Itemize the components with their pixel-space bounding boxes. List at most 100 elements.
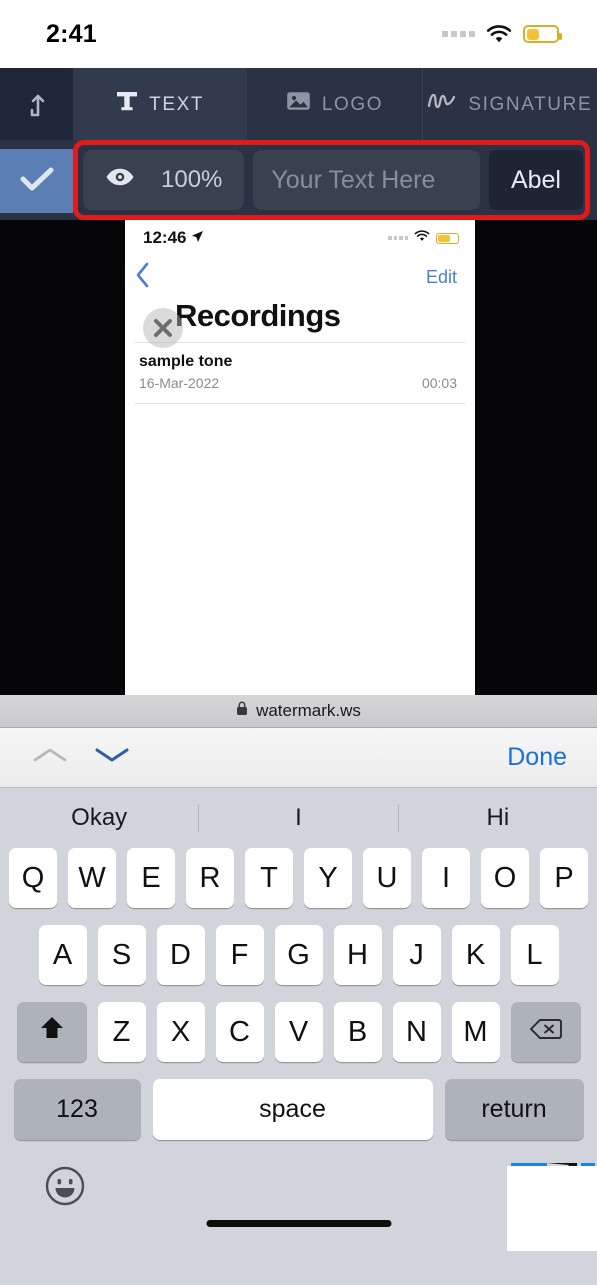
font-name-label: Abel bbox=[510, 165, 561, 194]
key-f[interactable]: F bbox=[215, 925, 264, 985]
key-n[interactable]: N bbox=[392, 1002, 441, 1062]
tab-signature[interactable]: SIGNATURE bbox=[421, 68, 597, 140]
checkmark-icon bbox=[20, 166, 54, 197]
inner-status-time: 12:46 bbox=[143, 228, 187, 247]
key-v[interactable]: V bbox=[274, 1002, 323, 1062]
home-indicator-bar bbox=[206, 1220, 391, 1227]
inner-status-time-group: 12:46 bbox=[143, 228, 204, 248]
shift-arrow-icon bbox=[38, 1014, 66, 1050]
key-b[interactable]: B bbox=[333, 1002, 382, 1062]
chevron-up-icon[interactable] bbox=[30, 743, 70, 772]
opacity-control[interactable]: 100% bbox=[83, 150, 245, 210]
key-g[interactable]: G bbox=[274, 925, 323, 985]
key-q[interactable]: Q bbox=[9, 848, 57, 908]
tab-text-label: TEXT bbox=[149, 93, 205, 115]
tab-text[interactable]: TEXT bbox=[73, 68, 248, 140]
key-i[interactable]: I bbox=[422, 848, 470, 908]
backspace-icon bbox=[529, 1016, 562, 1049]
return-key[interactable]: return bbox=[444, 1079, 584, 1140]
browser-url-bar[interactable]: watermark.ws bbox=[0, 695, 597, 728]
upload-button[interactable] bbox=[0, 68, 73, 140]
predictive-text-bar: Okay I Hi bbox=[0, 788, 597, 848]
image-icon bbox=[286, 90, 311, 118]
eye-icon bbox=[105, 166, 135, 194]
opacity-value: 100% bbox=[161, 166, 223, 193]
recording-date: 16-Mar-2022 bbox=[139, 375, 220, 391]
space-key[interactable]: space bbox=[152, 1079, 433, 1140]
key-h[interactable]: H bbox=[333, 925, 382, 985]
watermark-text-input[interactable]: Your Text Here bbox=[253, 150, 480, 210]
key-u[interactable]: U bbox=[363, 848, 411, 908]
upload-arrow-icon bbox=[25, 87, 49, 122]
editor-toolbar: TEXT LOGO SIGNATURE bbox=[0, 68, 597, 140]
status-bar-indicators bbox=[442, 24, 562, 44]
recording-list-item[interactable]: sample tone 16-Mar-2022 00:03 bbox=[125, 343, 475, 403]
recording-meta: 16-Mar-2022 00:03 bbox=[139, 375, 457, 391]
inner-edit-button[interactable]: Edit bbox=[426, 267, 457, 288]
key-w[interactable]: W bbox=[68, 848, 116, 908]
key-j[interactable]: J bbox=[392, 925, 441, 985]
recording-name: sample tone bbox=[139, 353, 233, 370]
numeric-key[interactable]: 123 bbox=[13, 1079, 141, 1140]
recording-duration: 00:03 bbox=[421, 375, 457, 391]
inner-status-bar: 12:46 bbox=[125, 220, 475, 256]
tab-logo[interactable]: LOGO bbox=[247, 68, 422, 140]
text-T-icon bbox=[116, 89, 138, 119]
keyboard-row-4: 123 space return bbox=[0, 1079, 597, 1140]
prediction-1[interactable]: Okay bbox=[0, 804, 198, 832]
keyboard-done-button[interactable]: Done bbox=[507, 743, 567, 772]
key-x[interactable]: X bbox=[156, 1002, 205, 1062]
url-text: watermark.ws bbox=[256, 701, 361, 720]
prediction-3[interactable]: Hi bbox=[399, 804, 597, 832]
key-m[interactable]: M bbox=[451, 1002, 500, 1062]
shift-key[interactable] bbox=[16, 1002, 87, 1062]
chevron-left-icon[interactable] bbox=[135, 262, 151, 293]
battery-low-power-icon bbox=[523, 25, 562, 43]
key-d[interactable]: D bbox=[156, 925, 205, 985]
confirm-button[interactable] bbox=[0, 149, 73, 213]
backspace-key[interactable] bbox=[510, 1002, 581, 1062]
status-bar: 2:41 bbox=[0, 0, 597, 68]
key-e[interactable]: E bbox=[127, 848, 175, 908]
signature-squiggle-icon bbox=[427, 90, 457, 118]
screen-root: 2:41 TEXT LOGO SIGNATURE 100% Your Text … bbox=[0, 0, 597, 1285]
inner-divider-2 bbox=[135, 403, 465, 404]
inner-status-indicators bbox=[388, 229, 459, 247]
close-x-icon[interactable] bbox=[143, 308, 183, 348]
key-o[interactable]: O bbox=[481, 848, 529, 908]
watermark-text-placeholder: Your Text Here bbox=[271, 165, 436, 194]
lock-icon bbox=[236, 701, 248, 721]
signal-dots-icon bbox=[442, 31, 475, 37]
key-s[interactable]: S bbox=[97, 925, 146, 985]
inner-signal-dots-icon bbox=[388, 236, 408, 240]
emoji-smiley-icon[interactable] bbox=[44, 1165, 86, 1212]
keyboard-row-2: A S D F G H J K L bbox=[0, 925, 597, 985]
status-bar-time: 2:41 bbox=[46, 19, 97, 48]
font-selector[interactable]: Abel bbox=[488, 150, 583, 210]
prediction-2[interactable]: I bbox=[199, 804, 397, 832]
key-y[interactable]: Y bbox=[304, 848, 352, 908]
key-k[interactable]: K bbox=[451, 925, 500, 985]
inner-nav-bar: Edit bbox=[125, 256, 475, 298]
location-arrow-icon bbox=[191, 228, 204, 248]
key-z[interactable]: Z bbox=[97, 1002, 146, 1062]
accessory-nav-buttons bbox=[30, 743, 132, 772]
tab-signature-label: SIGNATURE bbox=[468, 93, 593, 115]
keyboard-row-1: Q W E R T Y U I O P bbox=[0, 848, 597, 908]
logo-occluder bbox=[507, 1166, 597, 1251]
key-p[interactable]: P bbox=[540, 848, 588, 908]
key-a[interactable]: A bbox=[38, 925, 87, 985]
editor-options-row: 100% Your Text Here Abel bbox=[0, 140, 597, 220]
key-c[interactable]: C bbox=[215, 1002, 264, 1062]
wifi-icon bbox=[486, 24, 512, 44]
watermark-canvas[interactable]: 12:46 Edit Recordings sample tone 16-Mar… bbox=[0, 220, 597, 695]
inner-wifi-icon bbox=[414, 229, 430, 247]
options-controls: 100% Your Text Here Abel bbox=[73, 140, 597, 220]
keyboard-row-3: Z X C V B N M bbox=[0, 1002, 597, 1062]
chevron-down-icon[interactable] bbox=[92, 743, 132, 772]
key-l[interactable]: L bbox=[510, 925, 559, 985]
uploaded-screenshot[interactable]: 12:46 Edit Recordings sample tone 16-Mar… bbox=[125, 220, 475, 695]
inner-battery-icon bbox=[436, 232, 459, 244]
key-r[interactable]: R bbox=[186, 848, 234, 908]
key-t[interactable]: T bbox=[245, 848, 293, 908]
